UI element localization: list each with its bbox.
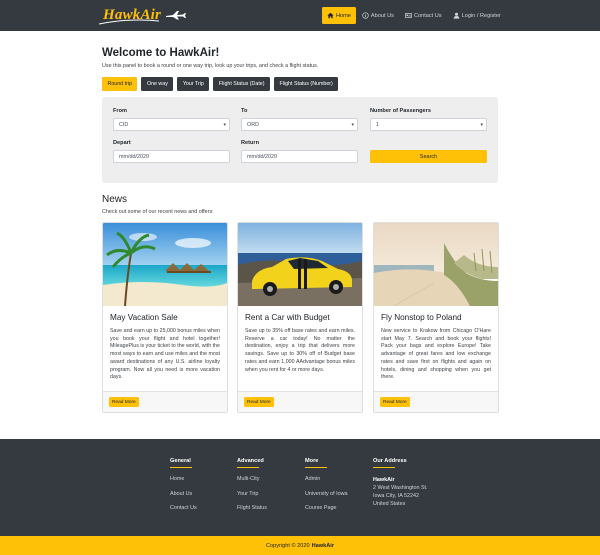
address-street: 2 West Washington St.: [373, 485, 428, 491]
nav-login-label: Login / Register: [461, 12, 501, 19]
caret-down-icon: ▾: [480, 122, 483, 128]
news-subtitle: Check out some of our recent news and of…: [102, 209, 214, 215]
home-icon: [327, 12, 334, 19]
footer-heading: Advanced: [237, 458, 264, 464]
address-card-icon: [405, 13, 412, 18]
news-card-poland: Fly Nonstop to Poland New service to Kra…: [373, 222, 499, 413]
navbar: HawkAir Home About Us Contact Us Login /…: [0, 0, 600, 31]
footer-link-multi-city[interactable]: Multi-City: [237, 476, 267, 482]
caret-down-icon: ▾: [351, 122, 354, 128]
tab-round-trip[interactable]: Round trip: [102, 77, 138, 91]
user-icon: [453, 12, 459, 19]
footer-divider: [373, 467, 395, 468]
read-more-button[interactable]: Read More: [380, 397, 410, 407]
footer-link-contact-us[interactable]: Contact Us: [170, 505, 197, 511]
booking-form-panel: From CID ▾ To ORD ▾ Number of Passengers…: [102, 97, 498, 183]
from-value: CID: [119, 121, 129, 128]
copyright-bar: Copyright © 2020 HawkAir: [0, 536, 600, 555]
footer-heading: More: [305, 458, 319, 464]
nav-about-label: About Us: [370, 12, 394, 19]
footer-link-course-page[interactable]: Course Page: [305, 505, 348, 511]
card-footer: Read More: [238, 391, 362, 412]
read-more-button[interactable]: Read More: [244, 397, 274, 407]
return-date-input[interactable]: mm/dd/2020: [241, 150, 358, 163]
depart-label: Depart: [113, 140, 131, 146]
nav-home[interactable]: Home: [322, 7, 356, 24]
footer-col-general: General Home About Us Contact Us: [170, 458, 197, 520]
footer-col-advanced: Advanced Multi-City Your Trip Flight Sta…: [237, 458, 267, 520]
news-heading: News: [102, 194, 128, 205]
address-city: Iowa City, IA 52242: [373, 493, 420, 499]
nav-contact-label: Contact Us: [413, 12, 442, 19]
nav-about-us[interactable]: About Us: [357, 7, 399, 24]
from-label: From: [113, 108, 127, 114]
from-select[interactable]: CID ▾: [113, 118, 230, 131]
card-text: New service to Krakow from Chicago O'Har…: [381, 328, 491, 381]
site-footer: General Home About Us Contact Us Advance…: [0, 439, 600, 536]
main-nav: Home About Us Contact Us Login / Registe…: [322, 7, 507, 24]
nav-login-register[interactable]: Login / Register: [448, 7, 506, 24]
info-icon: [362, 12, 369, 19]
nav-home-label: Home: [336, 12, 351, 19]
footer-link-home[interactable]: Home: [170, 476, 197, 482]
tab-your-trip[interactable]: Your Trip: [177, 77, 210, 91]
address-block: HawkAir 2 West Washington St. Iowa City,…: [373, 476, 428, 508]
footer-divider: [305, 467, 327, 468]
footer-link-flight-status[interactable]: Flight Status: [237, 505, 267, 511]
copyright-brand: HawkAir: [311, 542, 334, 549]
tab-one-way[interactable]: One way: [141, 77, 174, 91]
footer-col-address: Our Address HawkAir 2 West Washington St…: [373, 458, 428, 508]
card-footer: Read More: [103, 391, 227, 412]
caret-down-icon: ▾: [223, 122, 226, 128]
news-card-car-rental: Rent a Car with Budget Save up to 35% of…: [237, 222, 363, 413]
booking-tabs: Round trip One way Your Trip Flight Stat…: [102, 77, 342, 91]
footer-link-university[interactable]: University of Iowa: [305, 491, 348, 497]
footer-divider: [237, 467, 259, 468]
read-more-button[interactable]: Read More: [109, 397, 139, 407]
card-text: Save and earn up to 25,000 bonus miles w…: [110, 328, 220, 381]
news-card-vacation: May Vacation Sale Save and earn up to 25…: [102, 222, 228, 413]
address-country: United States: [373, 501, 406, 507]
return-placeholder: mm/dd/2020: [247, 153, 277, 160]
coastline-image: [374, 223, 498, 306]
page-title: Welcome to HawkAir!: [102, 47, 220, 59]
copyright-text: Copyright © 2020: [265, 542, 310, 549]
footer-col-more: More Admin University of Iowa Course Pag…: [305, 458, 348, 520]
footer-divider: [170, 467, 192, 468]
car-image: [238, 223, 362, 306]
to-select[interactable]: ORD ▾: [241, 118, 358, 131]
nav-contact-us[interactable]: Contact Us: [400, 7, 447, 24]
depart-date-input[interactable]: mm/dd/2020: [113, 150, 230, 163]
card-title: Rent a Car with Budget: [245, 313, 330, 322]
footer-link-about-us[interactable]: About Us: [170, 491, 197, 497]
tab-flight-status-date[interactable]: Flight Status (Date): [213, 77, 271, 91]
page-subtitle: Use this panel to book a round or one wa…: [102, 63, 319, 69]
to-value: ORD: [247, 121, 259, 128]
brand-logo[interactable]: HawkAir: [99, 5, 187, 25]
swoosh-icon: [99, 19, 159, 25]
passengers-select[interactable]: 1 ▾: [370, 118, 487, 131]
depart-placeholder: mm/dd/2020: [119, 153, 149, 160]
card-text: Save up to 35% off base rates and earn m…: [245, 328, 355, 373]
to-label: To: [241, 108, 248, 114]
tab-flight-status-number[interactable]: Flight Status (Number): [274, 77, 339, 91]
airplane-icon: [166, 11, 187, 20]
card-title: May Vacation Sale: [110, 313, 178, 322]
address-name: HawkAir: [373, 477, 395, 483]
passengers-label: Number of Passengers: [370, 108, 431, 114]
return-label: Return: [241, 140, 260, 146]
footer-link-your-trip[interactable]: Your Trip: [237, 491, 267, 497]
card-title: Fly Nonstop to Poland: [381, 313, 462, 322]
card-footer: Read More: [374, 391, 498, 412]
passengers-value: 1: [376, 121, 379, 128]
footer-heading: General: [170, 458, 191, 464]
footer-link-admin[interactable]: Admin: [305, 476, 348, 482]
beach-image: [103, 223, 227, 306]
footer-heading: Our Address: [373, 458, 407, 464]
search-button[interactable]: Search: [370, 150, 487, 163]
